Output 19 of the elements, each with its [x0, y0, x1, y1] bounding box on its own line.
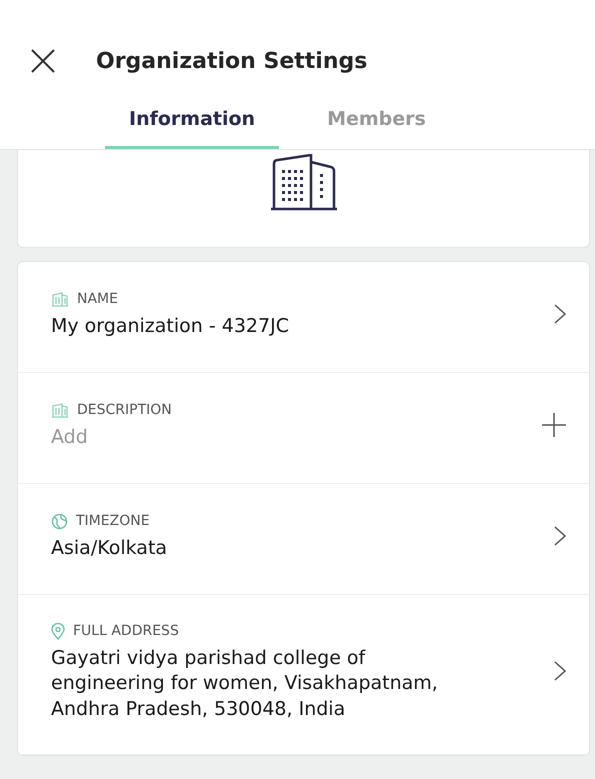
field-value: Gayatri vidya parishad college of engineering for women, Visakhapatnam, Andhra Pradesh, 530048, India — [51, 646, 439, 722]
field-label: FULL ADDRESS — [73, 622, 179, 641]
field-label: NAME — [77, 290, 118, 309]
building-icon — [268, 154, 338, 212]
building-icon — [51, 292, 69, 307]
page-title: Organization Settings — [96, 48, 368, 76]
field-value: My organization - 4327JC — [51, 314, 290, 339]
close-icon[interactable] — [30, 48, 56, 74]
field-value: Asia/Kolkata — [51, 536, 168, 561]
building-icon — [51, 402, 69, 418]
chevron-right-icon[interactable] — [553, 303, 567, 325]
field-label: DESCRIPTION — [77, 400, 172, 420]
location-pin-icon — [51, 623, 65, 640]
field-value: Add — [51, 424, 89, 450]
chevron-right-icon[interactable] — [553, 525, 567, 547]
field-label: TIMEZONE — [76, 512, 150, 531]
globe-icon — [51, 512, 68, 530]
plus-icon[interactable] — [541, 412, 567, 438]
chevron-right-icon[interactable] — [553, 660, 567, 682]
